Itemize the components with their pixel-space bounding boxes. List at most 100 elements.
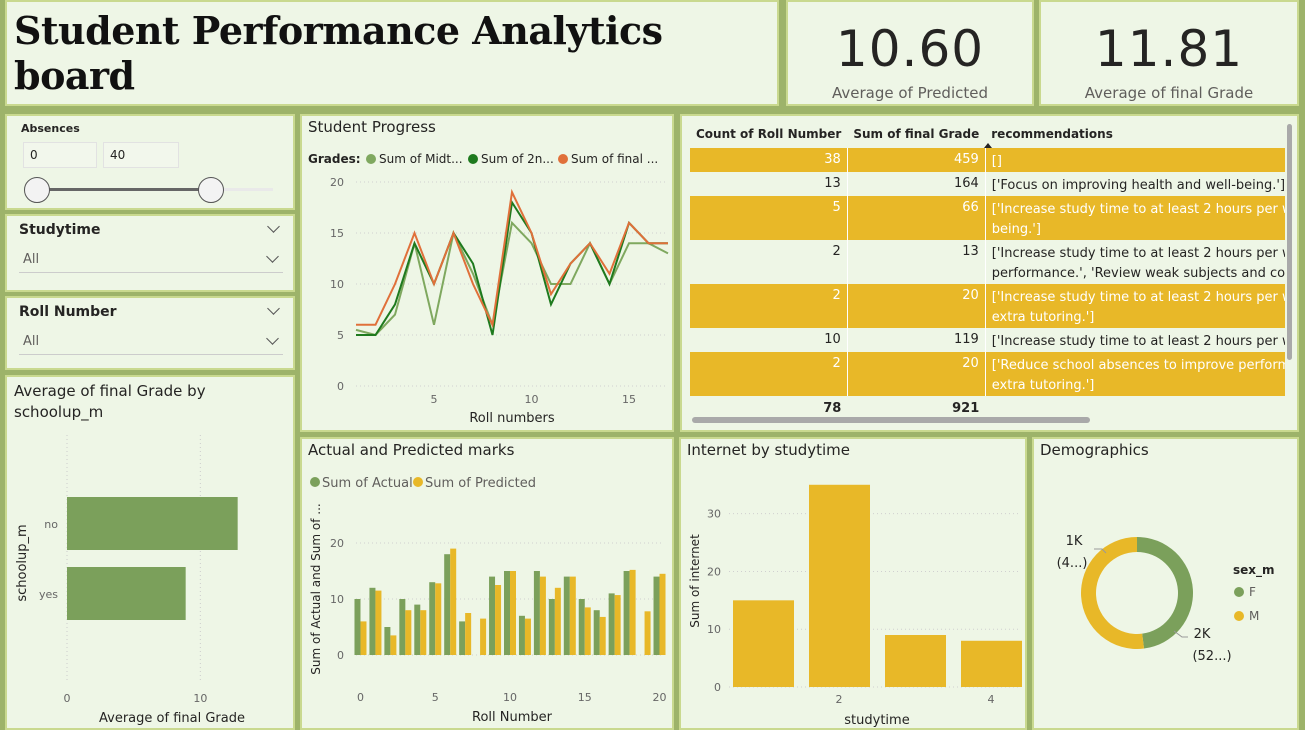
actual-predicted-panel: Actual and Predicted marks Sum of Actual… [300,437,674,730]
kpi-label: Average of final Grade [1084,84,1254,102]
bar [489,576,496,655]
student-progress-panel: Student Progress Grades: Sum of Midt... Su… [300,114,674,432]
chevron-down-icon [266,332,279,345]
slicer-title: Roll Number [19,304,117,320]
cell-recommendation: ['Focus on improving health and well-bei… [991,178,1285,193]
x-tick-label: 15 [622,393,636,406]
bar [354,599,361,655]
slider-range [37,188,211,191]
bar [375,590,382,655]
legend-marker [310,477,320,487]
table-row[interactable]: 38 459 [] [690,148,1285,172]
absences-max-input[interactable]: 40 [103,142,179,168]
recommendations-table: Count of Roll Number Sum of final Grade re… [682,116,1285,416]
cell-count: 2 [690,284,848,328]
cell-recommendation: ['Increase study time to at least 2 hour… [991,202,1285,237]
bar [539,576,546,655]
cell-sum: 13 [847,240,986,284]
donut-slice [1081,537,1145,649]
table-row[interactable]: 2 13 ['Increase study time to at least 2 h… [690,240,1285,284]
bar [414,604,421,655]
cell-count: 2 [690,352,848,396]
data-label: (52...) [1192,649,1231,664]
cell-sum: 20 [847,284,986,328]
table-row[interactable]: 5 66 ['Increase study time to at least 2 h… [690,196,1285,240]
roll-number-dropdown[interactable]: All [19,328,283,355]
column-header[interactable]: recommendations [985,120,1285,148]
y-tick-label: 20 [330,176,344,189]
slider-max-handle[interactable] [198,177,224,203]
bar [420,610,427,655]
kpi-card-predicted: 10.60 Average of Predicted [786,0,1034,106]
vertical-scrollbar[interactable] [1287,124,1292,360]
legend-label: Sum of Actual [322,476,413,491]
bar [405,610,412,655]
bar [384,627,391,655]
legend-label: Sum of Midt... [379,152,463,166]
absences-min-input[interactable]: 0 [23,142,97,168]
slider-min-handle[interactable] [24,177,50,203]
x-axis-label: Average of final Grade [99,711,245,726]
table-row[interactable]: 2 20 ['Increase study time to at least 2 h… [690,284,1285,328]
cell-recommendation: ['Increase study time to at least 2 hour… [991,290,1285,325]
table-total-row: 78 921 [690,396,1285,416]
cell-sum: 119 [847,328,986,352]
tick-label: 0 [64,692,71,705]
cell-sum: 66 [847,196,986,240]
table-row[interactable]: 10 119 ['Increase study time to at least 2… [690,328,1285,352]
bar [733,600,794,687]
bar [67,567,186,620]
legend-marker [468,154,478,164]
bar [569,576,576,655]
legend-label: F [1249,585,1256,599]
bar [961,640,1022,687]
column-header[interactable]: Count of Roll Number [690,120,847,148]
demographics-panel: Demographics 1K (4...) 2K (52...) sex_m F M [1032,437,1299,730]
recommendations-table-panel: Count of Roll Number Sum of final Grade re… [680,114,1299,432]
progress-line-chart: Grades: Sum of Midt... Sum of 2n... Sum of … [308,152,669,426]
y-tick-label: 0 [337,380,344,393]
x-tick-label: 5 [432,691,439,704]
x-axis-label: Roll numbers [469,411,554,426]
bar [563,576,570,655]
x-tick-label: 15 [578,691,592,704]
chevron-down-icon[interactable] [267,220,280,233]
bar [599,616,606,655]
x-tick-label: 0 [357,691,364,704]
bar [390,635,397,655]
school-chart-panel: Average of final Grade by schoolup_m no y… [5,375,295,730]
cell-sum: 459 [847,148,986,172]
bar [465,613,472,655]
column-header[interactable]: Sum of final Grade [847,120,985,148]
legend-title: sex_m [1233,563,1275,578]
legend-title: Grades: [308,152,361,166]
header-panel: Student Performance Analytics board [5,0,779,106]
x-tick-label: 2 [836,693,843,706]
data-label: 2K [1194,627,1211,642]
internet-bar-chart: 0 10 20 30 2 4 studytime Sum of internet [688,484,1022,728]
horizontal-scrollbar[interactable] [692,417,1090,423]
table-row[interactable]: 13 164 ['Focus on improving health and wel… [690,172,1285,196]
bar [399,599,406,655]
table-row[interactable]: 2 20 ['Reduce school absences to improve p… [690,352,1285,396]
page-title: Student Performance Analytics board [14,8,663,98]
studytime-dropdown[interactable]: All [19,246,283,273]
category-label: no [44,518,58,531]
bar [885,635,946,687]
bar [629,569,636,655]
y-tick-label: 20 [330,537,344,550]
x-tick-label: 20 [653,691,667,704]
actual-predicted-bar-chart: Sum of Actual Sum of Predicted 0 10 20 0 5 10 15… [309,476,667,725]
chevron-down-icon[interactable] [267,302,280,315]
y-axis-label: Sum of internet [688,534,702,628]
legend-marker [558,154,568,164]
data-table: Count of Roll Number Sum of final Grade re… [690,120,1285,416]
dropdown-value: All [23,334,40,349]
cell-count: 10 [690,328,848,352]
bar [653,576,660,655]
cell-recommendation: ['Increase study time to at least 2 hour… [991,246,1285,281]
sort-ascending-icon[interactable] [984,143,992,148]
cell-sum: 20 [847,352,986,396]
bar [659,573,666,655]
legend-marker [1234,587,1244,597]
